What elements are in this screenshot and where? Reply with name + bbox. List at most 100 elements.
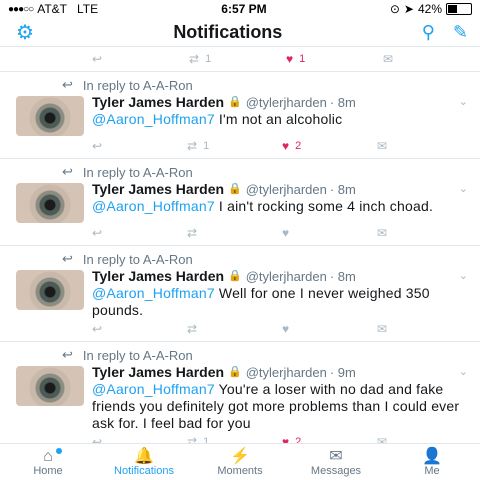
tweet-item[interactable]: ↩ In reply to A-A-Ron Tyler James Harden… bbox=[0, 342, 480, 444]
reply-context: ↩ In reply to A-A-Ron bbox=[0, 346, 472, 364]
author-name[interactable]: Tyler James Harden bbox=[92, 94, 224, 111]
top-nav-bar: ⚙ Notifications ⚲ ✎ bbox=[0, 18, 480, 47]
notification-feed[interactable]: ↩ ⇄ 1 ♥ 1 ✉ ↩ In reply to A-A-Ron Tyler … bbox=[0, 47, 480, 444]
tweet-actions: ↩ ⇄ 1 ♥ 2 ✉ bbox=[0, 136, 472, 156]
tweet-time: · 8m bbox=[329, 269, 356, 284]
reply-icon[interactable]: ↩ bbox=[92, 52, 189, 66]
reply-arrow-icon: ↩ bbox=[62, 251, 73, 266]
tab-bar: ⌂ Home 🔔 Notifications ⚡ Moments ✉ Messa… bbox=[0, 443, 480, 480]
tab-me-label: Me bbox=[424, 464, 440, 477]
tab-home[interactable]: ⌂ Home bbox=[0, 444, 96, 480]
signal-icon: ●●●○○ bbox=[8, 3, 34, 15]
chevron-down-icon[interactable]: ⌄ bbox=[459, 181, 472, 198]
author-handle: @tylerjharden bbox=[245, 95, 327, 110]
message-icon[interactable]: ✉ bbox=[377, 139, 472, 153]
reply-context: ↩ In reply to A-A-Ron bbox=[0, 250, 472, 268]
retweet-button[interactable]: ⇄ 1 bbox=[187, 139, 282, 153]
tweet-body: Tyler James Harden 🔒 @tylerjharden · 8m … bbox=[0, 181, 472, 223]
avatar[interactable] bbox=[16, 96, 84, 136]
retweet-button[interactable]: ⇄ bbox=[187, 322, 282, 336]
home-icon: ⌂ bbox=[43, 447, 53, 465]
tweet-content: Tyler James Harden 🔒 @tylerjharden · 9m … bbox=[92, 364, 472, 432]
battery-icon bbox=[446, 3, 472, 15]
mention-link[interactable]: @Aaron_Hoffman7 bbox=[92, 381, 215, 397]
tweet-content: Tyler James Harden 🔒 @tylerjharden · 8m … bbox=[92, 181, 472, 223]
tweet-text: @Aaron_Hoffman7 You're a loser with no d… bbox=[92, 381, 472, 432]
avatar[interactable] bbox=[16, 270, 84, 310]
reply-to-text: In reply to A-A-Ron bbox=[82, 251, 193, 267]
reply-to-text: In reply to A-A-Ron bbox=[82, 347, 193, 363]
like-button[interactable]: ♥ bbox=[282, 322, 377, 336]
location-icon: ➤ bbox=[403, 2, 414, 16]
tweet-text-body: I'm not an alcoholic bbox=[214, 111, 343, 127]
tab-notifications-label: Notifications bbox=[114, 464, 174, 477]
reply-icon[interactable]: ↩ bbox=[92, 226, 187, 240]
reply-arrow-icon: ↩ bbox=[62, 164, 73, 179]
status-right: ⊙ ➤ 42% bbox=[390, 2, 472, 16]
page-title: Notifications bbox=[173, 21, 283, 42]
status-left: ●●●○○ AT&T LTE bbox=[8, 2, 98, 16]
tweet-header: Tyler James Harden 🔒 @tylerjharden · 8m … bbox=[92, 268, 472, 285]
tab-moments-label: Moments bbox=[217, 464, 263, 477]
tweet-text: @Aaron_Hoffman7 Well for one I never wei… bbox=[92, 285, 472, 319]
author-handle: @tylerjharden bbox=[245, 269, 327, 284]
tweet-time: · 8m bbox=[329, 95, 356, 110]
like-button[interactable]: ♥ 2 bbox=[282, 139, 377, 153]
tweet-item[interactable]: ↩ In reply to A-A-Ron Tyler James Harden… bbox=[0, 159, 480, 246]
reply-to-text: In reply to A-A-Ron bbox=[82, 164, 193, 180]
compose-icon[interactable]: ✎ bbox=[453, 22, 468, 43]
tweet-text: @Aaron_Hoffman7 I ain't rocking some 4 i… bbox=[92, 198, 472, 215]
mention-link[interactable]: @Aaron_Hoffman7 bbox=[92, 111, 215, 127]
retweet-button[interactable]: ⇄ bbox=[187, 226, 282, 240]
like-button[interactable]: ♥ 1 bbox=[286, 52, 383, 66]
author-name[interactable]: Tyler James Harden bbox=[92, 181, 224, 198]
lock-rotation-icon: ⊙ bbox=[389, 2, 400, 16]
tab-messages[interactable]: ✉ Messages bbox=[288, 444, 384, 480]
tweet-body: Tyler James Harden 🔒 @tylerjharden · 8m … bbox=[0, 94, 472, 136]
reply-arrow-icon: ↩ bbox=[62, 77, 73, 92]
tweet-body: Tyler James Harden 🔒 @tylerjharden · 8m … bbox=[0, 268, 472, 319]
tweet-body: Tyler James Harden 🔒 @tylerjharden · 9m … bbox=[0, 364, 472, 432]
reply-arrow-icon: ↩ bbox=[62, 347, 73, 362]
gear-icon[interactable]: ⚙ bbox=[16, 20, 34, 45]
tab-moments[interactable]: ⚡ Moments bbox=[192, 444, 288, 480]
chevron-down-icon[interactable]: ⌄ bbox=[459, 94, 472, 111]
network-type: LTE bbox=[76, 2, 99, 16]
mention-link[interactable]: @Aaron_Hoffman7 bbox=[92, 198, 215, 214]
tab-me[interactable]: 👤 Me bbox=[384, 444, 480, 480]
message-icon[interactable]: ✉ bbox=[377, 226, 472, 240]
search-icon[interactable]: ⚲ bbox=[422, 22, 435, 43]
tweet-actions: ↩ ⇄ ♥ ✉ bbox=[0, 319, 472, 339]
reply-icon[interactable]: ↩ bbox=[92, 322, 187, 336]
lock-icon: 🔒 bbox=[228, 183, 242, 195]
author-name[interactable]: Tyler James Harden bbox=[92, 364, 224, 381]
author-name[interactable]: Tyler James Harden bbox=[92, 268, 224, 285]
tweet-item[interactable]: ↩ In reply to A-A-Ron Tyler James Harden… bbox=[0, 246, 480, 342]
message-icon[interactable]: ✉ bbox=[383, 52, 480, 66]
tweet-content: Tyler James Harden 🔒 @tylerjharden · 8m … bbox=[92, 268, 472, 319]
message-icon[interactable]: ✉ bbox=[377, 322, 472, 336]
mention-link[interactable]: @Aaron_Hoffman7 bbox=[92, 285, 215, 301]
retweet-count: 1 bbox=[203, 140, 210, 152]
tab-notifications[interactable]: 🔔 Notifications bbox=[96, 444, 192, 480]
reply-to-text: In reply to A-A-Ron bbox=[82, 77, 193, 93]
new-content-dot bbox=[55, 448, 62, 454]
avatar[interactable] bbox=[16, 366, 84, 406]
lightning-icon: ⚡ bbox=[230, 447, 250, 465]
person-icon: 👤 bbox=[422, 447, 442, 465]
tweet-header: Tyler James Harden 🔒 @tylerjharden · 8m … bbox=[92, 181, 472, 198]
tweet-time: · 8m bbox=[329, 182, 356, 197]
tweet-item[interactable]: ↩ In reply to A-A-Ron Tyler James Harden… bbox=[0, 72, 480, 159]
reply-context: ↩ In reply to A-A-Ron bbox=[0, 76, 472, 94]
avatar[interactable] bbox=[16, 183, 84, 223]
chevron-down-icon[interactable]: ⌄ bbox=[459, 268, 472, 285]
tweet-actions: ↩ ⇄ ♥ ✉ bbox=[0, 223, 472, 243]
carrier: AT&T bbox=[37, 2, 67, 16]
reply-icon[interactable]: ↩ bbox=[92, 139, 187, 153]
retweet-button[interactable]: ⇄ 1 bbox=[189, 52, 286, 66]
like-count: 2 bbox=[295, 140, 302, 152]
tab-home-label: Home bbox=[33, 464, 63, 477]
author-handle: @tylerjharden bbox=[245, 365, 327, 380]
chevron-down-icon[interactable]: ⌄ bbox=[459, 364, 472, 381]
like-button[interactable]: ♥ bbox=[282, 226, 377, 240]
